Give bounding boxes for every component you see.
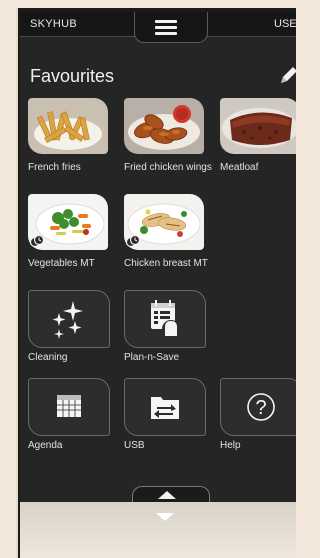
help-label: Help — [220, 440, 241, 451]
plan-n-save-button[interactable] — [124, 290, 206, 348]
usb-label: USB — [124, 440, 145, 451]
chevron-down-icon[interactable] — [155, 512, 175, 522]
favourite-label: Chicken breast MT — [124, 258, 208, 269]
drawer-area — [20, 502, 296, 558]
favourite-tile-meatloaf[interactable] — [220, 98, 296, 154]
usb-transfer-icon — [151, 397, 179, 419]
cleaning-button[interactable] — [28, 290, 110, 348]
calendar-icon — [57, 395, 81, 417]
favourite-label: Meatloaf — [220, 162, 259, 173]
cleaning-label: Cleaning — [28, 352, 68, 363]
help-icon: ? — [247, 393, 275, 421]
usb-button[interactable] — [124, 378, 206, 436]
favourite-tile-french-fries[interactable] — [28, 98, 108, 154]
favourite-tile-fried-chicken-wings[interactable] — [124, 98, 204, 154]
page-title: Favourites — [30, 66, 115, 86]
user-label[interactable]: USE — [274, 18, 296, 30]
plan-n-save-label: Plan-n-Save — [124, 352, 180, 363]
sparkles-icon — [52, 301, 83, 339]
help-button[interactable]: ? — [220, 378, 296, 436]
plan-n-save-icon — [151, 300, 180, 338]
pencil-icon[interactable] — [278, 64, 296, 86]
brand-label: SKYHUB — [30, 18, 78, 30]
multi-timer-icon — [126, 234, 140, 248]
favourite-label: Fried chicken wings — [124, 162, 212, 173]
favourite-label: French fries — [28, 162, 81, 173]
chevron-up-icon[interactable] — [157, 490, 177, 500]
hamburger-icon[interactable] — [155, 20, 177, 36]
svg-text:?: ? — [255, 397, 266, 419]
favourite-label: Vegetables MT — [28, 258, 95, 269]
agenda-button[interactable] — [28, 378, 110, 436]
agenda-label: Agenda — [28, 440, 63, 451]
multi-timer-icon — [30, 234, 44, 248]
device-frame: SKYHUB USE Favourites French fries Fried… — [16, 8, 296, 558]
screen: SKYHUB USE Favourites French fries Fried… — [20, 12, 296, 502]
